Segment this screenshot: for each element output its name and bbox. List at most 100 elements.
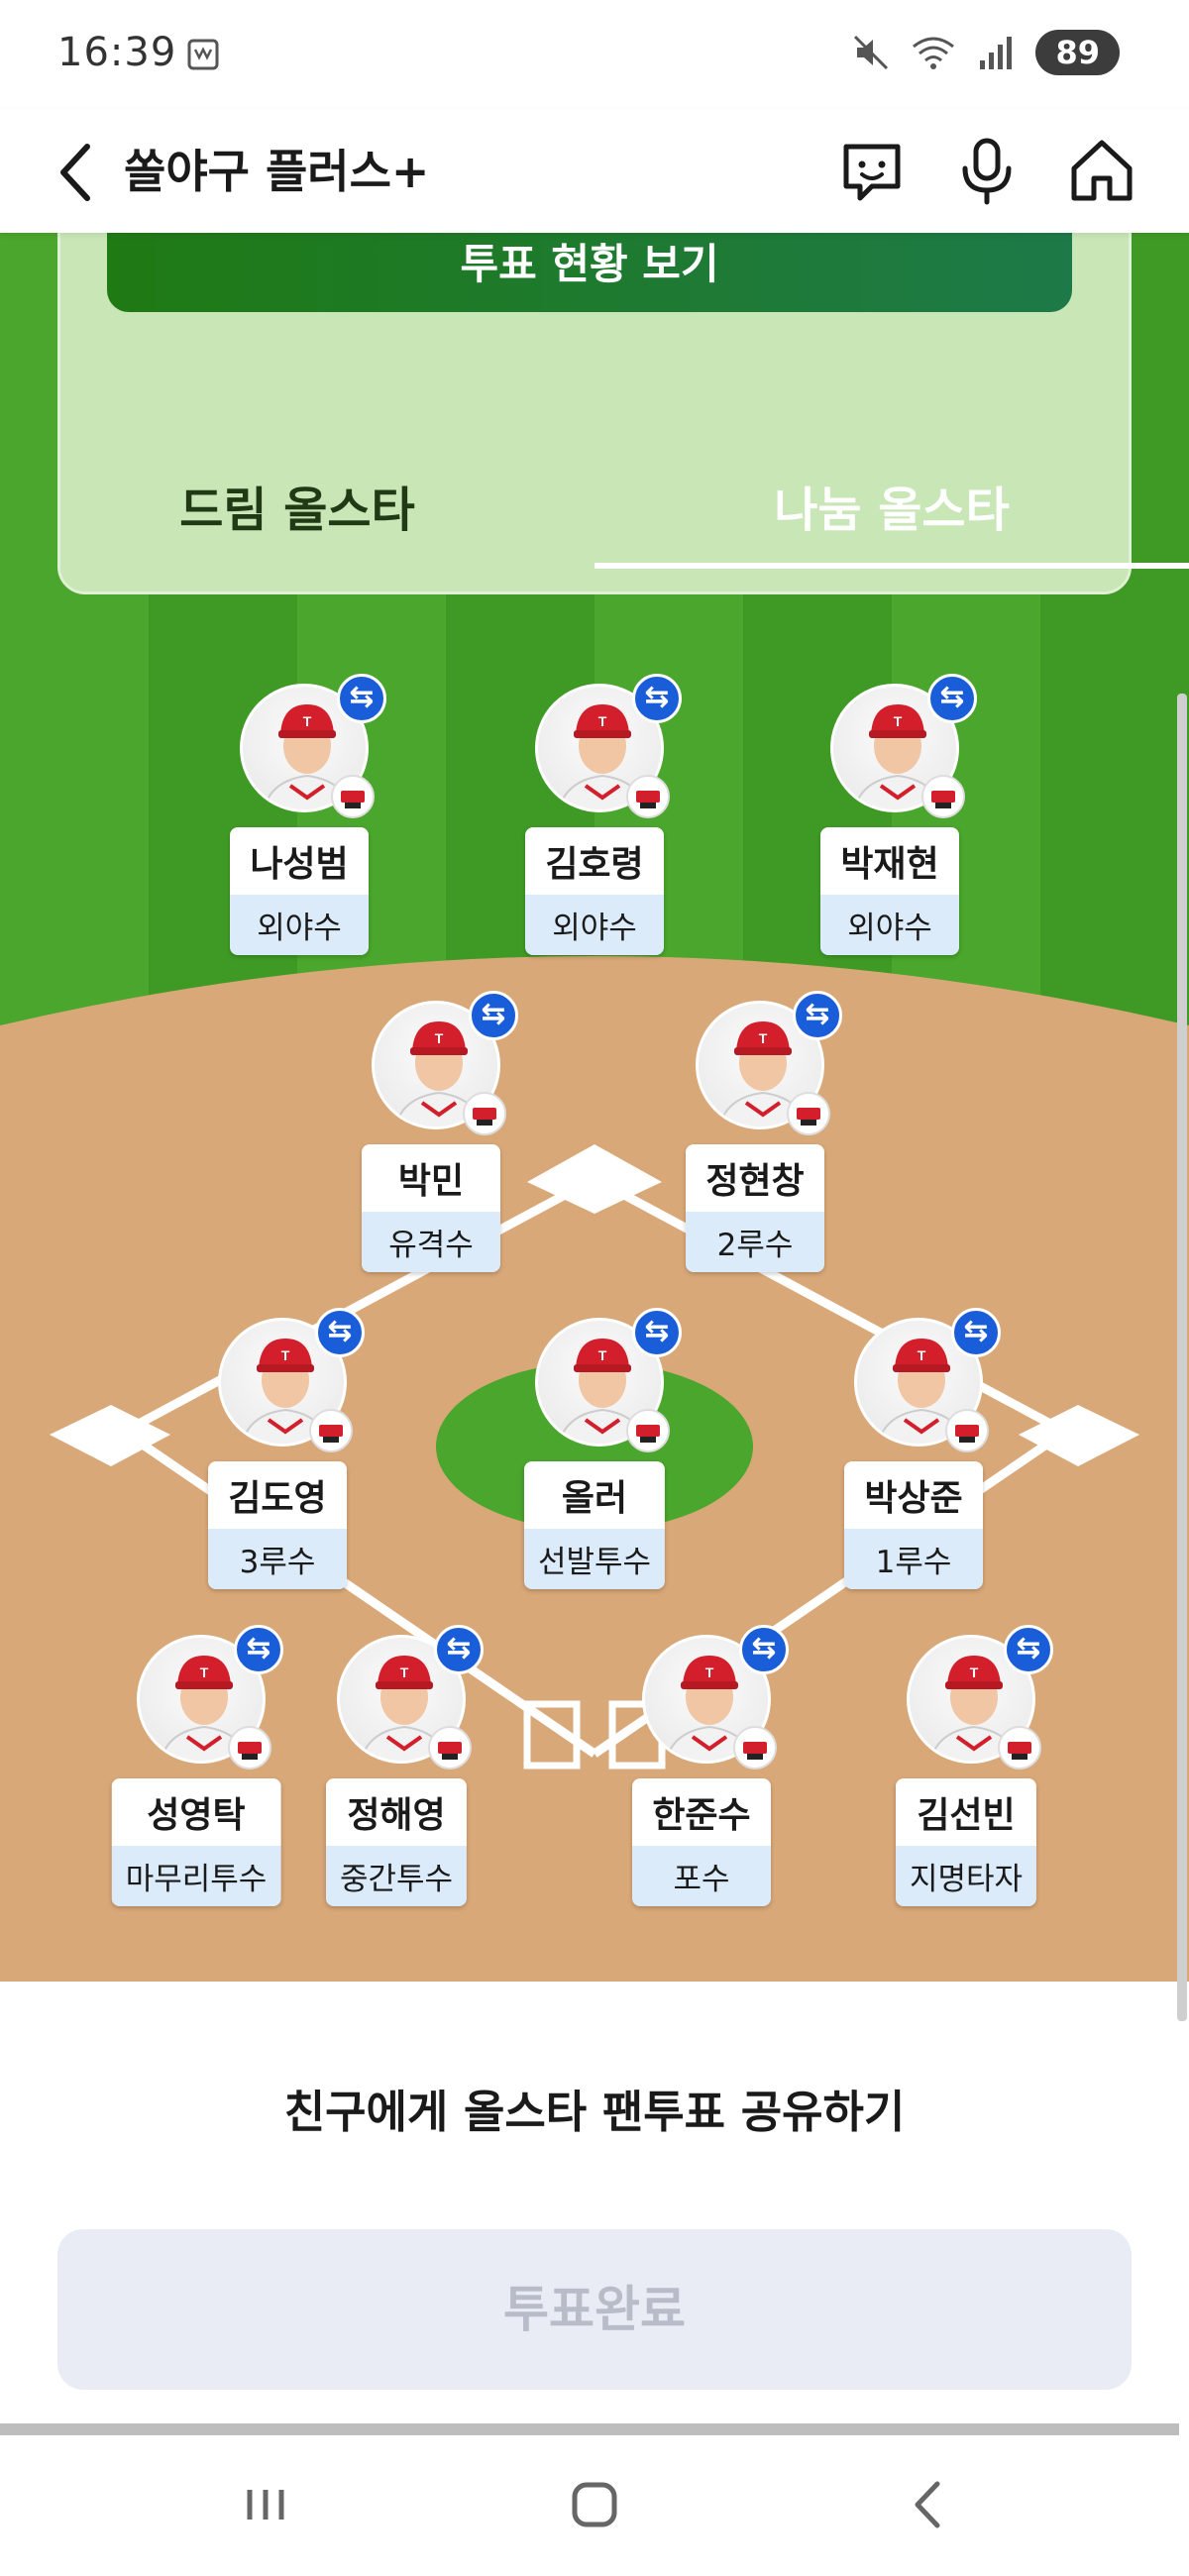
status-time: 16:39 bbox=[57, 30, 177, 75]
player-name-card: 성영탁 마무리투수 bbox=[111, 1778, 281, 1906]
svg-text:T: T bbox=[918, 1347, 926, 1363]
player-name: 김호령 bbox=[525, 827, 664, 895]
player-name: 박상준 bbox=[844, 1461, 983, 1529]
player-position: 외야수 bbox=[230, 895, 369, 955]
swap-icon[interactable]: ⇆ bbox=[927, 674, 977, 723]
swap-icon[interactable]: ⇆ bbox=[469, 991, 518, 1040]
recents-icon[interactable] bbox=[226, 2470, 305, 2539]
svg-text:T: T bbox=[705, 1664, 714, 1680]
battery-indicator: 89 bbox=[1035, 30, 1120, 75]
player-slot[interactable]: T ⇆ 정현창 2루수 bbox=[666, 991, 844, 1272]
player-slot[interactable]: T ⇆ 한준수 포수 bbox=[612, 1625, 791, 1906]
player-name-card: 정해영 중간투수 bbox=[325, 1778, 468, 1906]
swap-icon[interactable]: ⇆ bbox=[434, 1625, 484, 1674]
svg-text:T: T bbox=[281, 1347, 290, 1363]
player-position: 유격수 bbox=[362, 1212, 500, 1272]
team-logo-icon bbox=[331, 775, 375, 818]
svg-text:T: T bbox=[598, 1347, 607, 1363]
team-logo-icon bbox=[921, 775, 965, 818]
signal-icon bbox=[980, 37, 1013, 69]
wifi-icon bbox=[913, 37, 955, 69]
swap-icon[interactable]: ⇆ bbox=[234, 1625, 283, 1674]
swap-icon[interactable]: ⇆ bbox=[1004, 1625, 1053, 1674]
scrollbar[interactable] bbox=[1177, 694, 1187, 2021]
player-name: 박재현 bbox=[820, 827, 959, 895]
player-slot[interactable]: T ⇆ 김호령 외야수 bbox=[505, 674, 684, 955]
team-logo-icon bbox=[626, 775, 670, 818]
vote-status-button[interactable]: 투표 현황 보기 bbox=[107, 233, 1072, 312]
player-position: 선발투수 bbox=[523, 1529, 666, 1589]
team-logo-icon bbox=[733, 1726, 777, 1770]
home-nav-icon[interactable] bbox=[555, 2470, 634, 2539]
svg-text:T: T bbox=[200, 1664, 209, 1680]
player-position: 1루수 bbox=[844, 1529, 983, 1589]
player-name: 올러 bbox=[523, 1461, 666, 1529]
player-name-card: 김도영 3루수 bbox=[208, 1461, 347, 1589]
player-slot[interactable]: T ⇆ 나성범 외야수 bbox=[210, 674, 388, 955]
team-logo-icon bbox=[998, 1726, 1041, 1770]
player-slot[interactable]: T ⇆ 김도영 3루수 bbox=[188, 1308, 367, 1589]
system-nav-bar bbox=[0, 2435, 1189, 2576]
team-logo-icon bbox=[428, 1726, 472, 1770]
chat-bot-icon[interactable] bbox=[832, 131, 912, 210]
team-logo-icon bbox=[463, 1092, 506, 1135]
player-name: 김선빈 bbox=[895, 1778, 1037, 1846]
player-slot[interactable]: T ⇆ 정해영 중간투수 bbox=[307, 1625, 486, 1906]
player-slot[interactable]: T ⇆ 박민 유격수 bbox=[342, 991, 520, 1272]
svg-text:T: T bbox=[400, 1664, 409, 1680]
team-logo-icon bbox=[228, 1726, 271, 1770]
svg-text:T: T bbox=[303, 713, 312, 729]
player-name-card: 정현창 2루수 bbox=[686, 1144, 824, 1272]
swap-icon[interactable]: ⇆ bbox=[951, 1308, 1001, 1357]
player-name: 김도영 bbox=[208, 1461, 347, 1529]
swap-icon[interactable]: ⇆ bbox=[632, 674, 682, 723]
player-position: 중간투수 bbox=[325, 1846, 468, 1906]
tab-nanum-allstar[interactable]: 나눔 올스타 bbox=[594, 471, 1189, 540]
player-slot[interactable]: T ⇆ 김선빈 지명타자 bbox=[877, 1625, 1055, 1906]
vote-done-button[interactable]: 투표완료 bbox=[57, 2229, 1132, 2390]
svg-text:T: T bbox=[894, 713, 903, 729]
player-position: 지명타자 bbox=[895, 1846, 1037, 1906]
back-arrow-icon[interactable] bbox=[48, 133, 107, 212]
svg-text:T: T bbox=[435, 1030, 444, 1046]
app-header: 쏠야구 플러스+ bbox=[0, 109, 1189, 233]
home-icon[interactable] bbox=[1062, 131, 1141, 210]
player-name-card: 올러 선발투수 bbox=[523, 1461, 666, 1589]
player-name-card: 김선빈 지명타자 bbox=[895, 1778, 1037, 1906]
player-name: 박민 bbox=[362, 1144, 500, 1212]
player-position: 2루수 bbox=[686, 1212, 824, 1272]
svg-text:T: T bbox=[598, 713, 607, 729]
swap-icon[interactable]: ⇆ bbox=[632, 1308, 682, 1357]
swap-icon[interactable]: ⇆ bbox=[793, 991, 842, 1040]
team-logo-icon bbox=[626, 1409, 670, 1452]
swap-icon[interactable]: ⇆ bbox=[315, 1308, 365, 1357]
player-slot[interactable]: T ⇆ 박상준 1루수 bbox=[824, 1308, 1003, 1589]
tab-active-indicator bbox=[594, 563, 1189, 569]
player-name: 정해영 bbox=[325, 1778, 468, 1846]
swap-icon[interactable]: ⇆ bbox=[337, 674, 386, 723]
app-title: 쏠야구 플러스+ bbox=[124, 145, 430, 198]
tab-dream-allstar[interactable]: 드림 올스타 bbox=[0, 471, 594, 540]
share-allstar-link[interactable]: 친구에게 올스타 팬투표 공유하기 bbox=[0, 2076, 1189, 2140]
status-indicators: 89 bbox=[851, 30, 1120, 75]
player-name-card: 박상준 1루수 bbox=[844, 1461, 983, 1589]
player-name: 나성범 bbox=[230, 827, 369, 895]
player-position: 3루수 bbox=[208, 1529, 347, 1589]
player-slot[interactable]: T ⇆ 올러 선발투수 bbox=[505, 1308, 684, 1589]
player-name-card: 김호령 외야수 bbox=[525, 827, 664, 955]
divider bbox=[0, 2423, 1179, 2435]
team-logo-icon bbox=[787, 1092, 830, 1135]
status-bar: 16:39 89 bbox=[0, 0, 1189, 109]
mute-icon bbox=[854, 35, 889, 70]
player-slot[interactable]: T ⇆ 성영탁 마무리투수 bbox=[107, 1625, 285, 1906]
lineup-field: 투표 현황 보기 드림 올스타 나눔 올스타 T ⇆ 나성범 외야수 T ⇆ 김… bbox=[0, 233, 1189, 1982]
back-nav-icon[interactable] bbox=[890, 2470, 969, 2539]
player-name-card: 박민 유격수 bbox=[362, 1144, 500, 1272]
app-notification-icon bbox=[187, 39, 219, 70]
microphone-icon[interactable] bbox=[947, 131, 1027, 210]
player-name-card: 박재현 외야수 bbox=[820, 827, 959, 955]
player-position: 외야수 bbox=[525, 895, 664, 955]
team-logo-icon bbox=[945, 1409, 989, 1452]
swap-icon[interactable]: ⇆ bbox=[739, 1625, 789, 1674]
player-slot[interactable]: T ⇆ 박재현 외야수 bbox=[801, 674, 979, 955]
